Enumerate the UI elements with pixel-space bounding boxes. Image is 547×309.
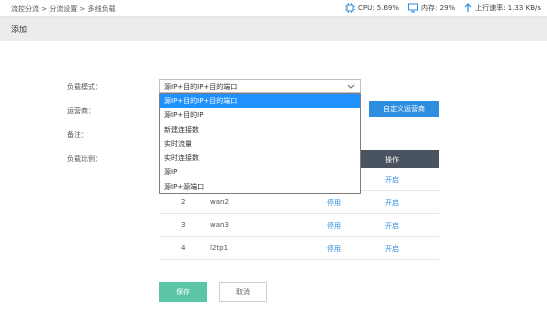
- dropdown-option[interactable]: 源IP+源端口: [160, 180, 360, 194]
- memory-text: 内存: 29%: [421, 4, 456, 12]
- table-row: 4 l2tp1 停用 开启: [159, 237, 439, 260]
- cpu-text: CPU: 5.69%: [357, 4, 400, 12]
- ratio-label: 负载比例：: [67, 155, 102, 163]
- cpu-icon: [344, 3, 355, 13]
- status-area: CPU: 5.69% 内存: 29% 上行速率: 1.33 KB/s: [344, 3, 541, 13]
- operator-label: 运营商：: [67, 107, 95, 115]
- load-mode-value: 源IP+目的IP+目的端口: [164, 83, 238, 91]
- dropdown-option[interactable]: 新建连接数: [160, 123, 360, 137]
- cpu-stat: CPU: 5.69%: [344, 3, 400, 13]
- row-number: 4: [181, 244, 186, 252]
- row-interface: l2tp1: [210, 244, 229, 252]
- enable-link[interactable]: 开启: [385, 221, 399, 231]
- dropdown-option[interactable]: 源IP: [160, 165, 360, 179]
- mode-label: 负载模式：: [67, 83, 102, 91]
- table-row: 2 wan2 停用 开启: [159, 191, 439, 214]
- breadcrumb: 流控分流 > 分流设置 > 多线负载: [11, 5, 116, 13]
- load-mode-select[interactable]: 源IP+目的IP+目的端口: [159, 79, 361, 93]
- disable-link[interactable]: 停用: [327, 198, 341, 208]
- operation-header: 操作: [385, 156, 399, 164]
- dropdown-option[interactable]: 实时连接数: [160, 151, 360, 165]
- chevron-down-icon: [347, 81, 355, 93]
- row-interface: wan2: [210, 198, 229, 206]
- dropdown-option[interactable]: 源IP+目的IP+目的端口: [160, 94, 360, 109]
- memory-stat: 内存: 29%: [408, 3, 455, 13]
- enable-link[interactable]: 开启: [385, 244, 399, 254]
- dropdown-option[interactable]: 源IP+目的IP: [160, 108, 360, 122]
- uplink-text: 上行速率: 1.33 KB/s: [475, 4, 541, 12]
- table-row: 3 wan3 停用 开启: [159, 214, 439, 237]
- monitor-icon: [408, 3, 419, 13]
- load-mode-dropdown: 源IP+目的IP+目的端口 源IP+目的IP 新建连接数 实时流量 实时连接数 …: [159, 93, 361, 194]
- row-number: 2: [181, 198, 186, 206]
- disable-link[interactable]: 停用: [327, 244, 341, 254]
- row-number: 3: [181, 221, 186, 229]
- row-interface: wan3: [210, 221, 229, 229]
- page-subheader: 添加: [0, 17, 547, 41]
- save-button[interactable]: 保存: [159, 282, 207, 302]
- top-bar: 流控分流 > 分流设置 > 多线负载 CPU: 5.69% 内存: 29% 上行…: [0, 0, 547, 17]
- page-title: 添加: [11, 25, 27, 34]
- disable-link[interactable]: 停用: [327, 221, 341, 231]
- upload-arrow-icon: [464, 3, 472, 13]
- dropdown-option[interactable]: 实时流量: [160, 137, 360, 151]
- uplink-stat: 上行速率: 1.33 KB/s: [464, 3, 541, 13]
- cancel-button[interactable]: 取消: [219, 282, 267, 302]
- enable-link[interactable]: 开启: [385, 175, 399, 185]
- custom-operator-button[interactable]: 自定义运营商: [369, 101, 439, 117]
- enable-link[interactable]: 开启: [385, 198, 399, 208]
- note-label: 备注：: [67, 131, 88, 139]
